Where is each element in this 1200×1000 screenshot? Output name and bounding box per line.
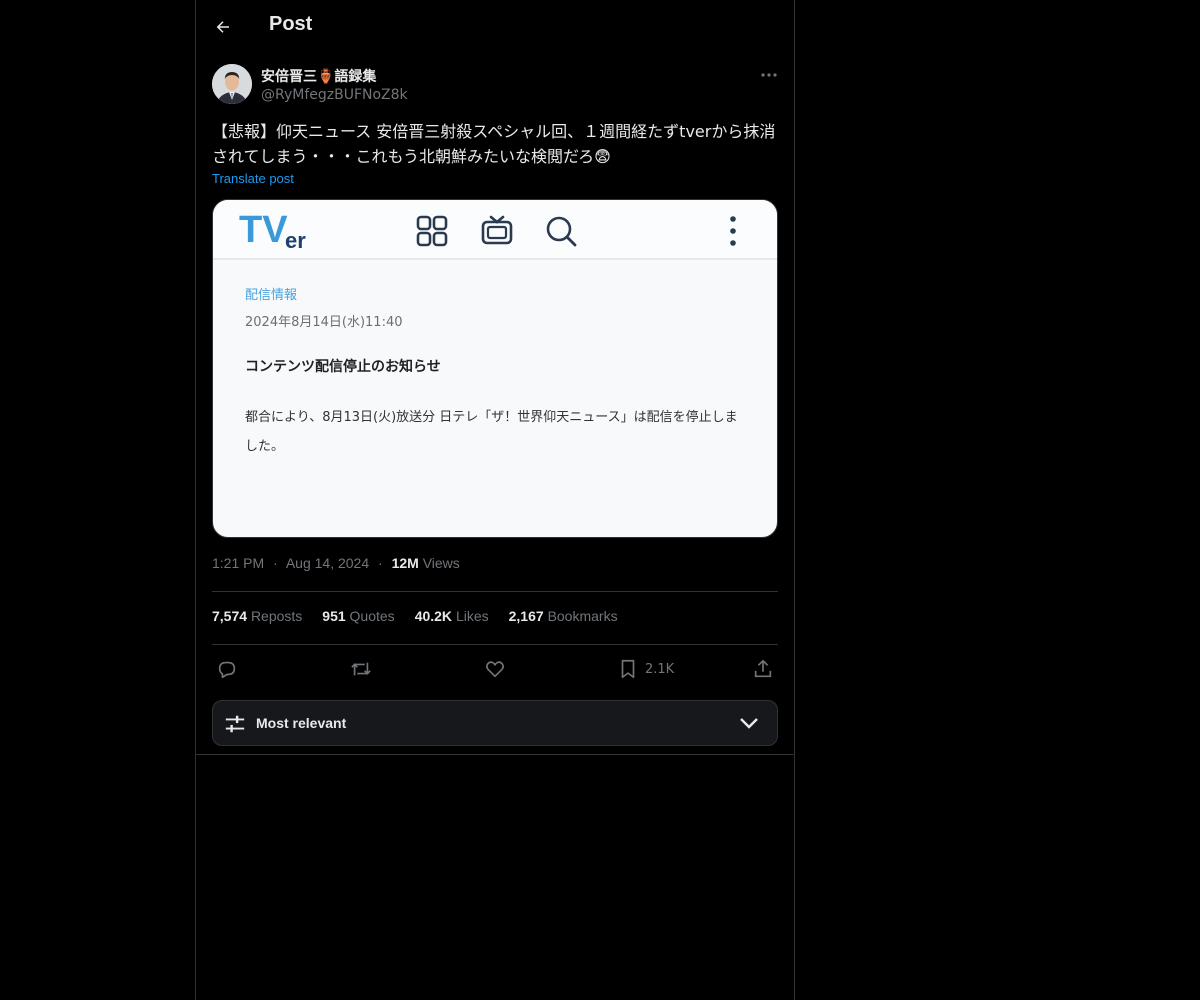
arrow-left-icon: [216, 21, 229, 33]
author-row: 安倍晋三🏺語録集 @RyMfegzBUFNoZ8k: [212, 64, 782, 108]
bookmark-icon: [621, 659, 635, 679]
author-handle[interactable]: @RyMfegzBUFNoZ8k: [261, 87, 408, 103]
svg-text:er: er: [285, 228, 306, 253]
tver-logo: TV er: [239, 208, 319, 254]
reply-button[interactable]: [216, 656, 238, 682]
share-button[interactable]: [752, 656, 774, 682]
repost-icon: [351, 662, 371, 676]
bookmarks-stat[interactable]: 2,167 Bookmarks: [509, 608, 618, 624]
chevron-down-icon: [740, 718, 758, 729]
reposts-stat[interactable]: 7,574 Reposts: [212, 608, 302, 624]
post-time[interactable]: 1:21 PM: [212, 555, 264, 571]
avatar-portrait-icon: [212, 64, 252, 104]
notice-text: 都合により、8月13日(火)放送分 日テレ「ザ！世界仰天ニュース」は配信を停止し…: [245, 410, 738, 454]
divider: [212, 591, 778, 592]
sort-label: Most relevant: [256, 715, 347, 731]
notice-category: 配信情報: [245, 288, 298, 303]
quotes-stat[interactable]: 951 Quotes: [322, 608, 394, 624]
repost-button[interactable]: [350, 656, 372, 682]
post-meta: 1:21 PM · Aug 14, 2024 · 12M Views: [212, 555, 460, 571]
likes-stat[interactable]: 40.2K Likes: [415, 608, 489, 624]
post-date[interactable]: Aug 14, 2024: [286, 555, 369, 571]
meta-separator: ·: [378, 555, 383, 571]
more-horizontal-icon: [761, 73, 777, 77]
engagement-stats: 7,574 Reposts 951 Quotes 40.2K Likes 2,1…: [212, 608, 618, 624]
notice-date: 2024年8月14日(水)11:40: [245, 315, 403, 330]
reply-icon: [218, 661, 236, 679]
top-bar: Post: [196, 0, 794, 53]
post-column: Post 安倍晋三🏺語録集 @RyMfegzBUFNoZ8k 【悲報】仰天ニュー…: [195, 0, 795, 1000]
divider: [212, 644, 778, 645]
back-button[interactable]: [210, 14, 236, 40]
author-display-name[interactable]: 安倍晋三🏺語録集: [261, 66, 376, 86]
heart-icon: [486, 661, 504, 678]
views-count: 12M: [391, 555, 419, 571]
share-icon: [754, 659, 772, 678]
post-text: 【悲報】仰天ニュース 安倍晋三射殺スペシャル回、１週間経たずtverから抹消され…: [212, 122, 776, 166]
tv-icon: [481, 215, 513, 245]
bookmark-button[interactable]: 2.1K: [617, 656, 674, 682]
bookmark-count: 2.1K: [645, 661, 675, 677]
tver-app-header: TV er: [213, 200, 777, 260]
search-icon: [546, 216, 577, 247]
avatar[interactable]: [212, 64, 252, 104]
sliders-icon: [225, 715, 245, 733]
views-label: Views: [422, 555, 460, 571]
divider: [196, 754, 794, 755]
translate-post-link[interactable]: Translate post: [212, 171, 294, 186]
action-bar: 2.1K: [212, 656, 778, 682]
post-media-image[interactable]: TV er 配信情報 2024年8月14日(水)11:40 コンテンツ配信停止の…: [212, 199, 778, 538]
reply-sort-dropdown[interactable]: Most relevant: [212, 700, 778, 746]
kebab-menu-icon: [730, 216, 736, 246]
page-title: Post: [269, 13, 313, 35]
like-button[interactable]: [484, 656, 506, 682]
grid-icon: [416, 215, 448, 247]
meta-separator: ·: [273, 555, 278, 571]
notice-title: コンテンツ配信停止のお知らせ: [245, 359, 441, 375]
more-options-button[interactable]: [756, 66, 782, 84]
svg-text:TV: TV: [239, 209, 288, 251]
